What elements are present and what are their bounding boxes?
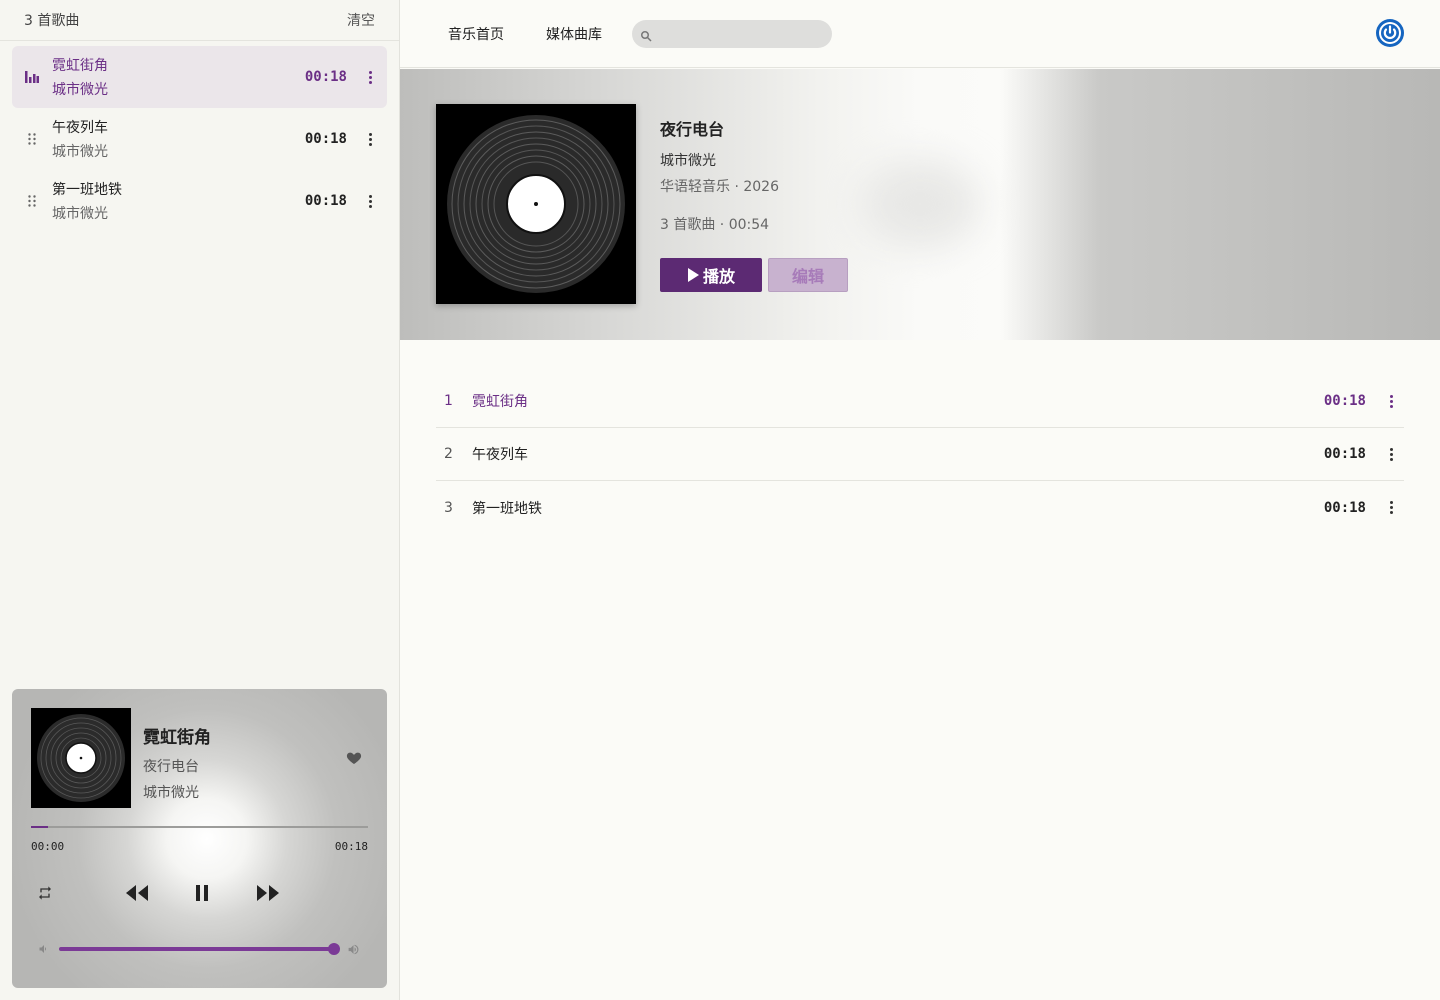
volume-slider-knob[interactable] <box>328 943 340 955</box>
rewind-icon[interactable] <box>124 881 150 905</box>
hero-background-blur <box>860 159 980 249</box>
volume-slider[interactable] <box>59 943 340 955</box>
track-title: 霓虹街角 <box>472 394 528 410</box>
edit-album-button[interactable]: 编辑 <box>768 258 848 292</box>
clear-queue-button[interactable]: 清空 <box>347 10 375 30</box>
heart-icon[interactable] <box>346 750 362 766</box>
volume-slider-fill <box>59 943 340 955</box>
track-row[interactable]: 3 第一班地铁 00:18 <box>436 481 1404 534</box>
queue-item-duration: 00:18 <box>304 131 347 147</box>
drag-handle-icon[interactable] <box>24 131 40 147</box>
fast-forward-icon[interactable] <box>255 881 281 905</box>
album-artist[interactable]: 城市微光 <box>660 150 779 170</box>
volume-low-icon[interactable] <box>37 941 51 957</box>
track-duration: 00:18 <box>1323 499 1366 516</box>
queue-item-artist: 城市微光 <box>52 144 108 160</box>
album-title: 夜行电台 <box>660 120 725 139</box>
player-track-title: 霓虹街角 <box>143 728 211 748</box>
play-icon <box>687 268 699 282</box>
more-vertical-icon[interactable] <box>1386 500 1396 516</box>
queue-item-duration: 00:18 <box>304 69 347 85</box>
queue-item-title: 第一班地铁 <box>52 182 122 198</box>
more-vertical-icon[interactable] <box>365 131 375 147</box>
current-time: 00:00 <box>31 840 65 853</box>
playback-progress-fill <box>31 826 48 828</box>
pause-icon[interactable] <box>190 881 214 905</box>
queue-sidebar: 3 首歌曲 清空 霓虹街角 城市微光 00:18 午夜列车 城市微光 00:18 <box>0 0 400 1000</box>
track-number: 1 <box>444 393 453 409</box>
album-cover-art <box>436 104 636 304</box>
album-track-list: 1 霓虹街角 00:18 2 午夜列车 00:18 3 第一班地铁 00:18 <box>436 375 1404 534</box>
drag-handle-icon[interactable] <box>24 193 40 209</box>
album-header: 夜行电台 城市微光 华语轻音乐 · 2026 3 首歌曲 · 00:54 播放 … <box>400 69 1440 340</box>
player-album: 夜行电台 <box>143 759 199 775</box>
queue-list: 霓虹街角 城市微光 00:18 午夜列车 城市微光 00:18 第一班地铁 城市… <box>0 41 399 232</box>
queue-item-title: 午夜列车 <box>52 120 108 136</box>
track-duration: 00:18 <box>1323 446 1366 462</box>
nav-media-library[interactable]: 媒体曲库 <box>546 24 602 44</box>
top-navigation-bar: 音乐首页 媒体曲库 <box>400 0 1440 68</box>
play-album-label: 播放 <box>702 267 735 286</box>
queue-item[interactable]: 第一班地铁 城市微光 00:18 <box>12 170 387 232</box>
track-number: 3 <box>444 499 453 516</box>
play-album-button[interactable]: 播放 <box>660 258 762 292</box>
more-vertical-icon[interactable] <box>365 69 375 85</box>
player-artist: 城市微光 <box>143 785 199 801</box>
album-track-summary: 3 首歌曲 · 00:54 <box>660 217 770 233</box>
queue-item[interactable]: 午夜列车 城市微光 00:18 <box>12 108 387 170</box>
nav-music-home[interactable]: 音乐首页 <box>448 24 504 44</box>
queue-item-artist: 城市微光 <box>52 206 108 222</box>
track-row[interactable]: 2 午夜列车 00:18 <box>436 428 1404 481</box>
album-genre-year: 华语轻音乐 · 2026 <box>660 179 779 195</box>
equalizer-icon <box>24 69 40 85</box>
vinyl-record-icon <box>37 714 125 802</box>
queue-item-title: 霓虹街角 <box>52 58 108 74</box>
power-icon[interactable] <box>1375 18 1405 48</box>
search-input[interactable] <box>632 20 832 48</box>
player-cover-art <box>31 708 131 808</box>
track-title: 午夜列车 <box>472 447 528 463</box>
total-time: 00:18 <box>334 840 368 853</box>
queue-item-duration: 00:18 <box>304 193 347 209</box>
vinyl-record-icon <box>447 115 625 293</box>
more-vertical-icon[interactable] <box>365 193 375 209</box>
queue-item[interactable]: 霓虹街角 城市微光 00:18 <box>12 46 387 108</box>
track-row[interactable]: 1 霓虹街角 00:18 <box>436 375 1404 428</box>
playback-progress-bar[interactable] <box>31 826 368 828</box>
more-vertical-icon[interactable] <box>1386 446 1396 462</box>
now-playing-card: 霓虹街角 夜行电台 城市微光 00:00 00:18 <box>12 689 387 988</box>
track-title: 第一班地铁 <box>472 500 542 517</box>
queue-count: 3 首歌曲 <box>24 13 80 29</box>
more-vertical-icon[interactable] <box>1386 393 1396 409</box>
track-duration: 00:18 <box>1323 393 1366 409</box>
track-number: 2 <box>444 446 453 462</box>
queue-item-artist: 城市微光 <box>52 82 108 98</box>
queue-header: 3 首歌曲 清空 <box>0 0 399 41</box>
volume-high-icon[interactable] <box>345 941 361 957</box>
repeat-icon[interactable] <box>35 883 55 903</box>
